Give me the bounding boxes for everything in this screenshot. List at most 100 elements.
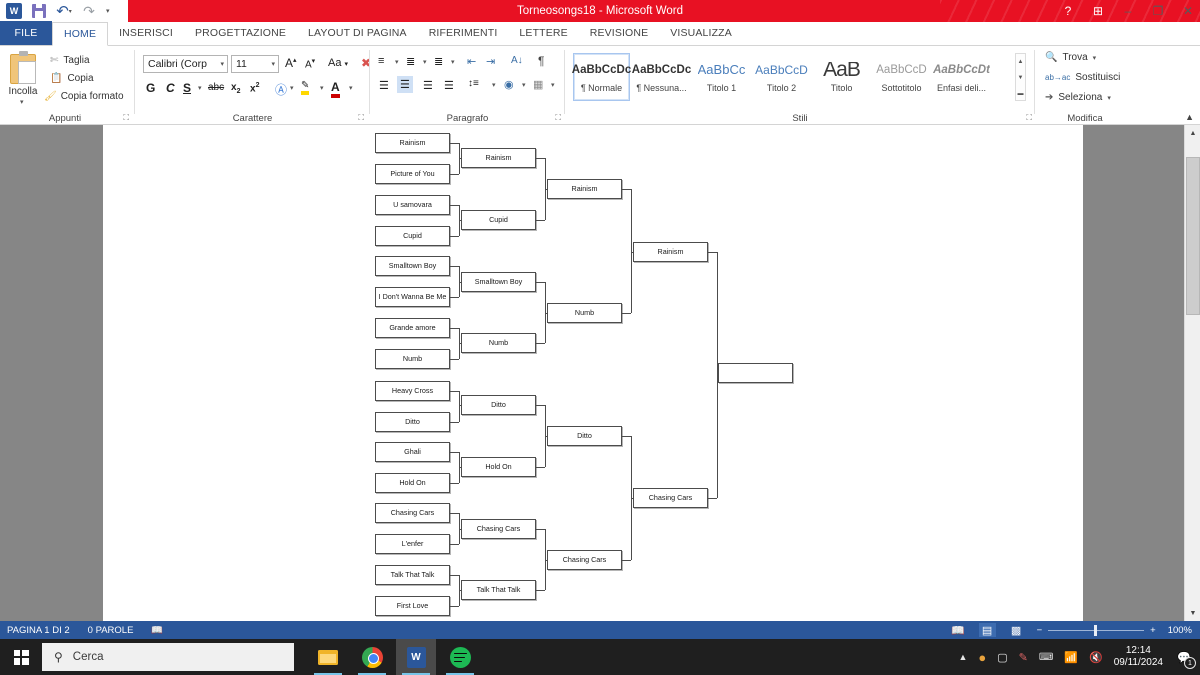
- multilevel-list-caret-icon[interactable]: ▾: [451, 58, 455, 66]
- underline-button[interactable]: S: [183, 81, 191, 95]
- styles-scroll-up-icon[interactable]: ▲: [1016, 54, 1025, 70]
- proofing-icon[interactable]: 📖: [151, 625, 163, 636]
- clipboard-dialog-launcher-icon[interactable]: ⛶: [123, 113, 129, 123]
- bracket-box-r3-4[interactable]: Chasing Cars: [547, 550, 622, 570]
- style-nessuna-spaziatura[interactable]: AaBbCcDc ¶ Nessuna...: [632, 53, 691, 101]
- taskbar-file-explorer[interactable]: [308, 639, 348, 675]
- bracket-box-r2-5[interactable]: Ditto: [461, 395, 536, 415]
- restore-button[interactable]: ❐: [1150, 4, 1166, 18]
- save-icon[interactable]: [31, 3, 47, 19]
- font-color-caret-icon[interactable]: ▾: [349, 84, 353, 92]
- print-layout-view-icon[interactable]: ▤: [978, 623, 996, 637]
- volume-muted-icon[interactable]: 🔇: [1089, 651, 1103, 664]
- bullet-list-caret-icon[interactable]: ▾: [395, 58, 399, 66]
- highlight-icon[interactable]: ✎: [301, 80, 310, 95]
- select-button[interactable]: ➔ Seleziona ▾: [1045, 92, 1111, 103]
- text-effects-caret-icon[interactable]: ▾: [290, 84, 294, 92]
- taskbar-clock[interactable]: 12:14 09/11/2024: [1114, 645, 1163, 669]
- bracket-box-r1-16[interactable]: First Love: [375, 596, 450, 616]
- shrink-font-button[interactable]: A▾: [305, 57, 315, 70]
- paste-icon[interactable]: [10, 51, 36, 84]
- zoom-level[interactable]: 100%: [1168, 625, 1192, 636]
- bracket-box-final[interactable]: [718, 363, 793, 383]
- text-effects-icon[interactable]: Ⓐ: [275, 81, 287, 98]
- start-button[interactable]: [0, 639, 42, 675]
- select-caret-icon[interactable]: ▾: [1107, 94, 1111, 102]
- bold-button[interactable]: G: [146, 81, 155, 95]
- align-center-icon[interactable]: ☰: [397, 76, 413, 93]
- underline-caret-icon[interactable]: ▾: [198, 84, 202, 92]
- bracket-box-r1-3[interactable]: U samovara: [375, 195, 450, 215]
- style-titolo-2[interactable]: AaBbCcD Titolo 2: [753, 53, 810, 101]
- style-normale[interactable]: AaBbCcDc ¶ Normale: [572, 53, 631, 101]
- bracket-box-r1-11[interactable]: Ghali: [375, 442, 450, 462]
- bracket-box-r2-2[interactable]: Cupid: [461, 210, 536, 230]
- keyboard-layout-icon[interactable]: ⌨: [1039, 652, 1053, 663]
- collapse-ribbon-icon[interactable]: ▲: [1185, 112, 1194, 122]
- bracket-box-r3-3[interactable]: Ditto: [547, 426, 622, 446]
- copy-button[interactable]: 📋 Copia: [50, 73, 94, 84]
- show-formatting-marks-icon[interactable]: ¶: [538, 54, 544, 68]
- font-color-icon[interactable]: A: [331, 80, 340, 98]
- taskbar-microsoft-word[interactable]: W: [396, 639, 436, 675]
- tab-inserisci[interactable]: INSERISCI: [108, 21, 184, 45]
- bracket-box-r4-2[interactable]: Chasing Cars: [633, 488, 708, 508]
- grow-font-button[interactable]: A▴: [285, 56, 297, 70]
- line-spacing-caret-icon[interactable]: ▾: [492, 81, 496, 89]
- bracket-box-r2-6[interactable]: Hold On: [461, 457, 536, 477]
- paste-caret-icon[interactable]: ▾: [20, 98, 24, 106]
- bracket-box-r1-9[interactable]: Heavy Cross: [375, 381, 450, 401]
- bracket-box-r1-2[interactable]: Picture of You: [375, 164, 450, 184]
- tab-layout-di-pagina[interactable]: LAYOUT DI PAGINA: [297, 21, 418, 45]
- bracket-box-r1-12[interactable]: Hold On: [375, 473, 450, 493]
- bracket-box-r1-15[interactable]: Talk That Talk: [375, 565, 450, 585]
- style-sottotitolo[interactable]: AaBbCcD Sottotitolo: [873, 53, 930, 101]
- style-titolo-1[interactable]: AaBbCc Titolo 1: [693, 53, 750, 101]
- find-button[interactable]: 🔍 Trova ▾: [1045, 52, 1096, 63]
- zoom-out-button[interactable]: −: [1037, 625, 1043, 636]
- find-caret-icon[interactable]: ▾: [1093, 54, 1097, 62]
- cut-button[interactable]: ✄ Taglia: [50, 55, 90, 66]
- numbered-list-caret-icon[interactable]: ▾: [423, 58, 427, 66]
- bracket-box-r1-10[interactable]: Ditto: [375, 412, 450, 432]
- web-layout-view-icon[interactable]: ▩: [1008, 623, 1025, 637]
- italic-button[interactable]: C: [166, 81, 175, 95]
- multilevel-list-icon[interactable]: ≣: [434, 55, 443, 68]
- paragraph-dialog-launcher-icon[interactable]: ⛶: [555, 113, 561, 123]
- font-size-caret-icon[interactable]: ▾: [271, 60, 275, 68]
- bracket-box-r1-14[interactable]: L'enfer: [375, 534, 450, 554]
- undo-icon[interactable]: ↶ ▾: [56, 3, 72, 20]
- tab-visualizza[interactable]: VISUALIZZA: [659, 21, 743, 45]
- customize-quick-access-caret-icon[interactable]: ▾: [106, 7, 110, 15]
- borders-icon[interactable]: ▦: [533, 78, 543, 91]
- taskbar-spotify[interactable]: [440, 639, 480, 675]
- superscript-button[interactable]: x2: [250, 82, 259, 94]
- tab-riferimenti[interactable]: RIFERIMENTI: [418, 21, 509, 45]
- strikethrough-button[interactable]: abc: [208, 82, 224, 93]
- paint-icon[interactable]: ✎: [1019, 651, 1028, 664]
- zoom-slider[interactable]: − +: [1037, 624, 1156, 636]
- decrease-indent-icon[interactable]: ⇤: [467, 55, 476, 68]
- minimize-button[interactable]: –: [1120, 4, 1136, 18]
- shading-caret-icon[interactable]: ▾: [522, 81, 526, 89]
- bracket-box-r1-1[interactable]: Rainism: [375, 133, 450, 153]
- align-right-icon[interactable]: ☰: [423, 79, 433, 92]
- scrollbar-thumb[interactable]: [1186, 157, 1200, 315]
- bracket-box-r1-7[interactable]: Grande amore: [375, 318, 450, 338]
- numbered-list-icon[interactable]: ≣: [406, 55, 415, 68]
- shading-icon[interactable]: ◉: [504, 78, 514, 91]
- close-button[interactable]: ✕: [1180, 4, 1196, 18]
- font-dialog-launcher-icon[interactable]: ⛶: [358, 113, 364, 123]
- change-case-button[interactable]: Aa ▾: [328, 57, 348, 69]
- page-indicator[interactable]: PAGINA 1 DI 2: [7, 625, 70, 636]
- show-hidden-icons-chevron-icon[interactable]: ▲: [958, 652, 967, 662]
- subscript-button[interactable]: x2: [231, 82, 240, 95]
- document-page[interactable]: Rainism Picture of You U samovara Cupid Smal…: [103, 125, 1083, 621]
- zoom-thumb[interactable]: [1094, 624, 1098, 636]
- tab-file[interactable]: FILE: [0, 21, 52, 45]
- help-button[interactable]: ?: [1060, 4, 1076, 18]
- bullet-list-icon[interactable]: ≡: [378, 55, 384, 67]
- bracket-box-r2-3[interactable]: Smalltown Boy: [461, 272, 536, 292]
- sort-icon[interactable]: A↓: [511, 55, 523, 66]
- paste-button[interactable]: Incolla: [2, 86, 44, 97]
